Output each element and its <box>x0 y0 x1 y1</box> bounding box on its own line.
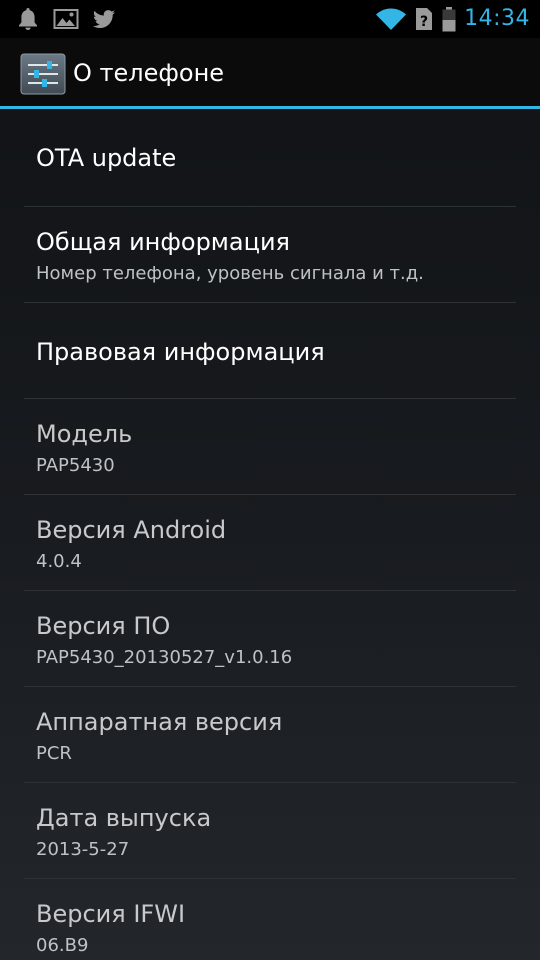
item-summary: 06.B9 <box>36 935 89 956</box>
preference-list: OTA update Общая информация Номер телефо… <box>0 109 540 960</box>
list-item-hardware-version: Аппаратная версия PCR <box>24 687 516 783</box>
battery-icon <box>442 7 456 32</box>
item-summary: PAP5430_20130527_v1.0.16 <box>36 647 293 668</box>
item-title: Аппаратная версия <box>36 708 283 736</box>
list-item-software-version: Версия ПО PAP5430_20130527_v1.0.16 <box>24 591 516 687</box>
system-status-icons: ? 14:34 <box>375 4 530 34</box>
item-title: Дата выпуска <box>36 804 212 832</box>
list-item-model: Модель PAP5430 <box>24 399 516 495</box>
twitter-bird-icon <box>93 10 115 29</box>
screen: ? 14:34 О телефоне OTA update Общая инфо… <box>0 0 540 960</box>
item-summary: PAP5430 <box>36 455 115 476</box>
notification-bell-icon <box>19 8 37 30</box>
list-item-general-info[interactable]: Общая информация Номер телефона, уровень… <box>24 207 516 303</box>
list-item-ota-update[interactable]: OTA update <box>24 109 516 207</box>
notification-icons <box>14 5 118 33</box>
item-title: Версия IFWI <box>36 900 186 928</box>
no-sim-icon: ? <box>416 8 433 30</box>
item-title: Модель <box>36 420 133 448</box>
item-summary: 4.0.4 <box>36 551 82 572</box>
list-item-legal-info[interactable]: Правовая информация <box>24 303 516 399</box>
item-title: Правовая информация <box>36 338 325 366</box>
item-summary: Номер телефона, уровень сигнала и т.д. <box>36 263 424 284</box>
list-item-release-date: Дата выпуска 2013-5-27 <box>24 783 516 879</box>
svg-text:?: ? <box>420 14 428 30</box>
settings-sliders-icon[interactable] <box>20 53 66 95</box>
status-bar: ? 14:34 <box>0 0 540 38</box>
page-title: О телефоне <box>73 59 225 87</box>
clock: 14:34 <box>464 6 530 31</box>
item-summary: PCR <box>36 743 72 764</box>
item-title: Версия Android <box>36 516 227 544</box>
item-title: Общая информация <box>36 228 290 256</box>
item-title: OTA update <box>36 144 177 172</box>
action-bar: О телефоне <box>0 38 540 108</box>
list-item-ifwi-version: Версия IFWI 06.B9 <box>24 879 516 960</box>
item-summary: 2013-5-27 <box>36 839 130 860</box>
item-title: Версия ПО <box>36 612 171 640</box>
wifi-icon <box>376 8 407 30</box>
gallery-image-icon <box>53 9 79 29</box>
list-item-android-version[interactable]: Версия Android 4.0.4 <box>24 495 516 591</box>
